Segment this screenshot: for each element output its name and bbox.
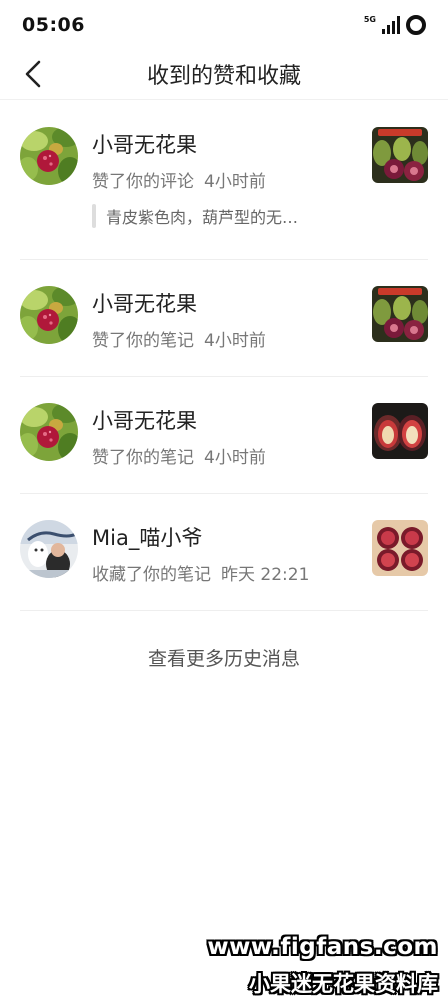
page-title: 收到的赞和收藏 <box>146 64 301 89</box>
action-label: 收藏了你的笔记 <box>92 565 211 585</box>
fig-plant-avatar-icon[interactable] <box>20 286 78 344</box>
timestamp: 4小时前 <box>204 331 266 351</box>
quote-text: 青皮紫色肉，葫芦型的无… <box>106 208 299 227</box>
action-text: 赞了你的评论 4小时前 <box>92 167 266 192</box>
notification-item[interactable]: 小哥无花果 赞了你的笔记 4小时前 <box>20 377 428 494</box>
sender-name: 小哥无花果 <box>92 133 197 157</box>
signal-icon <box>382 16 400 34</box>
sender-name: 小哥无花果 <box>92 409 197 433</box>
status-time: 05:06 <box>22 14 85 36</box>
network-type-label: 5G <box>363 14 376 24</box>
action-text: 赞了你的笔记 4小时前 <box>92 443 266 468</box>
fig-plant-avatar-icon[interactable] <box>20 127 78 185</box>
notification-item[interactable]: 小哥无花果 赞了你的笔记 4小时前 <box>20 260 428 377</box>
fig-plant-avatar-icon[interactable] <box>20 403 78 461</box>
action-text: 收藏了你的笔记 昨天 22:21 <box>92 560 309 585</box>
action-text: 赞了你的笔记 4小时前 <box>92 326 266 351</box>
notification-list: 小哥无花果 赞了你的评论 4小时前 青皮紫色肉，葫芦型的无… 小哥无花果 赞了你… <box>0 101 448 611</box>
quote-bar <box>92 204 96 228</box>
notification-item[interactable]: Mia_喵小爷 收藏了你的笔记 昨天 22:21 <box>20 494 428 611</box>
timestamp: 昨天 22:21 <box>221 565 310 585</box>
quoted-comment: 青皮紫色肉，葫芦型的无… <box>92 204 298 228</box>
action-label: 赞了你的评论 <box>92 172 194 192</box>
figs-photo-icon[interactable] <box>372 286 428 342</box>
notification-item[interactable]: 小哥无花果 赞了你的评论 4小时前 青皮紫色肉，葫芦型的无… <box>20 101 428 260</box>
watermark-name: 小果迷无花果资料库 <box>249 972 438 996</box>
cut-figs-photo-icon[interactable] <box>372 403 428 459</box>
header: 收到的赞和收藏 <box>0 48 448 100</box>
timestamp: 4小时前 <box>204 172 266 192</box>
sender-name: 小哥无花果 <box>92 292 197 316</box>
action-label: 赞了你的笔记 <box>92 331 194 351</box>
status-icons: 5G <box>364 14 426 36</box>
action-label: 赞了你的笔记 <box>92 448 194 468</box>
user-photo-avatar-icon[interactable] <box>20 520 78 578</box>
view-more-history-link[interactable]: 查看更多历史消息 <box>0 644 448 671</box>
battery-icon <box>406 15 426 35</box>
timestamp: 4小时前 <box>204 448 266 468</box>
watermark-url: www.figfans.com <box>207 934 438 960</box>
figs-photo-icon[interactable] <box>372 127 428 183</box>
cut-figs-photo-icon[interactable] <box>372 520 428 576</box>
status-bar: 05:06 5G <box>0 0 448 48</box>
sender-name: Mia_喵小爷 <box>92 526 203 550</box>
